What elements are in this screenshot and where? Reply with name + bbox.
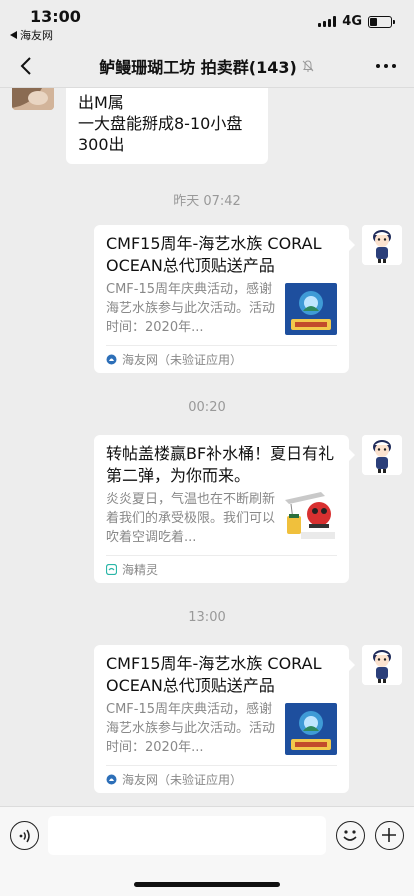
card-description: 炎炎夏日，气温也在不断刷新着我们的承受极限。我们可以吹着空调吃着...	[106, 492, 276, 545]
sender-avatar[interactable]	[12, 88, 54, 110]
link-card[interactable]: CMF15周年-海艺水族 CORAL OCEAN总代顶贴送产品 CMF-15周年…	[94, 225, 355, 373]
my-avatar[interactable]	[362, 645, 402, 685]
card-source: 海友网（未验证应用）	[106, 345, 337, 373]
dot	[384, 64, 388, 68]
card-source-label: 海精灵	[122, 563, 159, 577]
card-thumbnail	[281, 490, 341, 542]
app-source-icon	[106, 564, 117, 575]
text-message-bubble[interactable]: 出M属 一大盘能掰成8-10小盘 300出	[66, 88, 268, 164]
back-triangle-icon	[10, 31, 17, 39]
my-avatar[interactable]	[362, 435, 402, 475]
card-title: 转帖盖楼赢BF补水桶！夏日有礼第二弹，为你而来。	[106, 444, 335, 485]
card-thumbnail	[285, 283, 337, 335]
card-thumbnail	[285, 703, 337, 755]
back-app-label: 海友网	[20, 29, 53, 42]
back-button[interactable]	[10, 50, 42, 82]
chat-message-list[interactable]: 出M属 一大盘能掰成8-10小盘 300出 昨天 07:42 CMF15周年-海…	[0, 88, 414, 806]
message-timestamp: 13:00	[188, 610, 226, 625]
back-to-app-link[interactable]: 海友网	[10, 27, 53, 43]
battery-icon	[368, 15, 395, 28]
chat-nav-bar: 鲈鳗珊瑚工坊 拍卖群(143)	[0, 44, 414, 88]
more-functions-button[interactable]	[375, 821, 404, 850]
card-source: 海友网（未验证应用）	[106, 765, 337, 793]
my-avatar[interactable]	[362, 225, 402, 265]
network-type: 4G	[342, 14, 362, 29]
dot	[392, 64, 396, 68]
dot	[376, 64, 380, 68]
more-options-button[interactable]	[370, 50, 402, 82]
emoji-button[interactable]	[336, 821, 365, 850]
card-description: CMF-15周年庆典活动，感谢海艺水族参与此次活动。活动时间：2020年...	[106, 282, 276, 335]
status-bar: 13:00 海友网 4G	[0, 0, 414, 44]
card-description: CMF-15周年庆典活动，感谢海艺水族参与此次活动。活动时间：2020年...	[106, 702, 276, 755]
link-card[interactable]: CMF15周年-海艺水族 CORAL OCEAN总代顶贴送产品 CMF-15周年…	[94, 645, 355, 793]
message-timestamp: 昨天 07:42	[173, 194, 241, 209]
plus-icon	[382, 828, 396, 842]
signal-icon	[318, 16, 337, 27]
message-line: 一大盘能掰成8-10小盘	[78, 114, 243, 133]
home-indicator[interactable]	[134, 882, 280, 887]
card-source-label: 海友网（未验证应用）	[122, 773, 243, 787]
app-source-icon	[106, 354, 117, 365]
status-indicators: 4G	[318, 14, 395, 29]
voice-wave-icon	[19, 829, 30, 842]
chat-title-area[interactable]: 鲈鳗珊瑚工坊 拍卖群(143)	[60, 44, 354, 88]
card-source-label: 海友网（未验证应用）	[122, 353, 243, 367]
app-source-icon	[106, 774, 117, 785]
card-source: 海精灵	[106, 555, 337, 583]
link-card[interactable]: 转帖盖楼赢BF补水桶！夏日有礼第二弹，为你而来。 炎炎夏日，气温也在不断刷新着我…	[94, 435, 355, 583]
card-title: CMF15周年-海艺水族 CORAL OCEAN总代顶贴送产品	[106, 234, 322, 275]
smiley-icon	[343, 830, 357, 841]
mute-bell-icon	[302, 60, 314, 72]
message-line: 出M属	[78, 93, 124, 112]
battery-fill	[370, 17, 377, 26]
message-timestamp: 00:20	[188, 400, 226, 415]
chevron-left-icon	[20, 57, 31, 75]
message-input[interactable]	[48, 816, 326, 855]
voice-input-button[interactable]	[10, 821, 39, 850]
message-line: 300出	[78, 135, 125, 154]
chat-title: 鲈鳗珊瑚工坊 拍卖群(143)	[99, 58, 297, 77]
status-time: 13:00	[30, 7, 81, 26]
card-title: CMF15周年-海艺水族 CORAL OCEAN总代顶贴送产品	[106, 654, 322, 695]
